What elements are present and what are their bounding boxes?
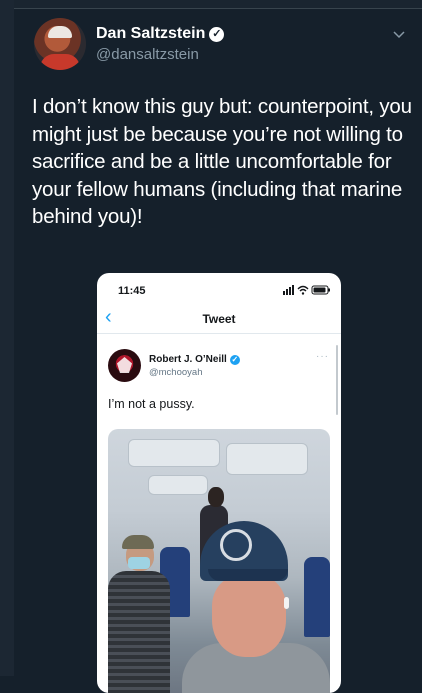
avatar-emblem [117,357,132,373]
more-icon[interactable]: ··· [316,351,329,362]
selfie-face [212,575,286,657]
verified-icon: ✓ [209,27,225,42]
avatar-shirt [40,54,80,70]
top-divider [14,0,422,9]
selfie-cap-brim [208,569,288,581]
chevron-down-icon[interactable] [392,27,406,41]
passenger-standing-head [208,487,224,507]
background-panel [0,0,14,676]
overhead-bin [128,439,220,467]
embedded-display-name[interactable]: Robert J. O’Neill ✓ [149,354,240,365]
display-name[interactable]: Dan Saltzstein ✓ [96,25,225,43]
seat [304,557,330,637]
passenger-seated-mask [128,557,150,569]
overhead-bin [148,475,208,495]
passenger-seated-cap [122,535,154,549]
display-name-text[interactable]: Dan Saltzstein [96,25,205,42]
status-icons [283,285,330,295]
overhead-bin [226,443,308,475]
earbud [284,597,289,609]
avatar[interactable] [34,18,86,70]
scrollbar[interactable] [336,345,338,415]
embedded-avatar[interactable] [108,349,141,382]
embedded-handle[interactable]: @mchooyah [149,367,202,378]
wifi-icon [297,285,309,295]
embedded-display-name-text[interactable]: Robert J. O’Neill [149,354,227,365]
user-handle[interactable]: @dansaltzstein [96,46,199,63]
embedded-photo[interactable] [108,429,330,693]
nav-title: Tweet [202,312,236,326]
nav-divider [97,333,341,334]
status-time: 11:45 [118,285,146,297]
embedded-tweet-text: I’m not a pussy. [108,397,195,411]
tweet-text: I don’t know this guy but: counterpoint,… [32,95,412,228]
signal-icon [283,285,294,295]
tweet-card[interactable]: Dan Saltzstein ✓ @dansaltzstein I don’t k… [14,9,422,693]
battery-icon [311,285,330,295]
verified-icon: ✓ [229,355,240,365]
embedded-screenshot[interactable]: 11:45 ‹ Tweet Robert J. O’Neill ✓ @mchoo… [97,273,341,693]
avatar-hat [48,26,72,38]
selfie-cap-logo [220,529,252,561]
passenger-seated [108,571,170,693]
